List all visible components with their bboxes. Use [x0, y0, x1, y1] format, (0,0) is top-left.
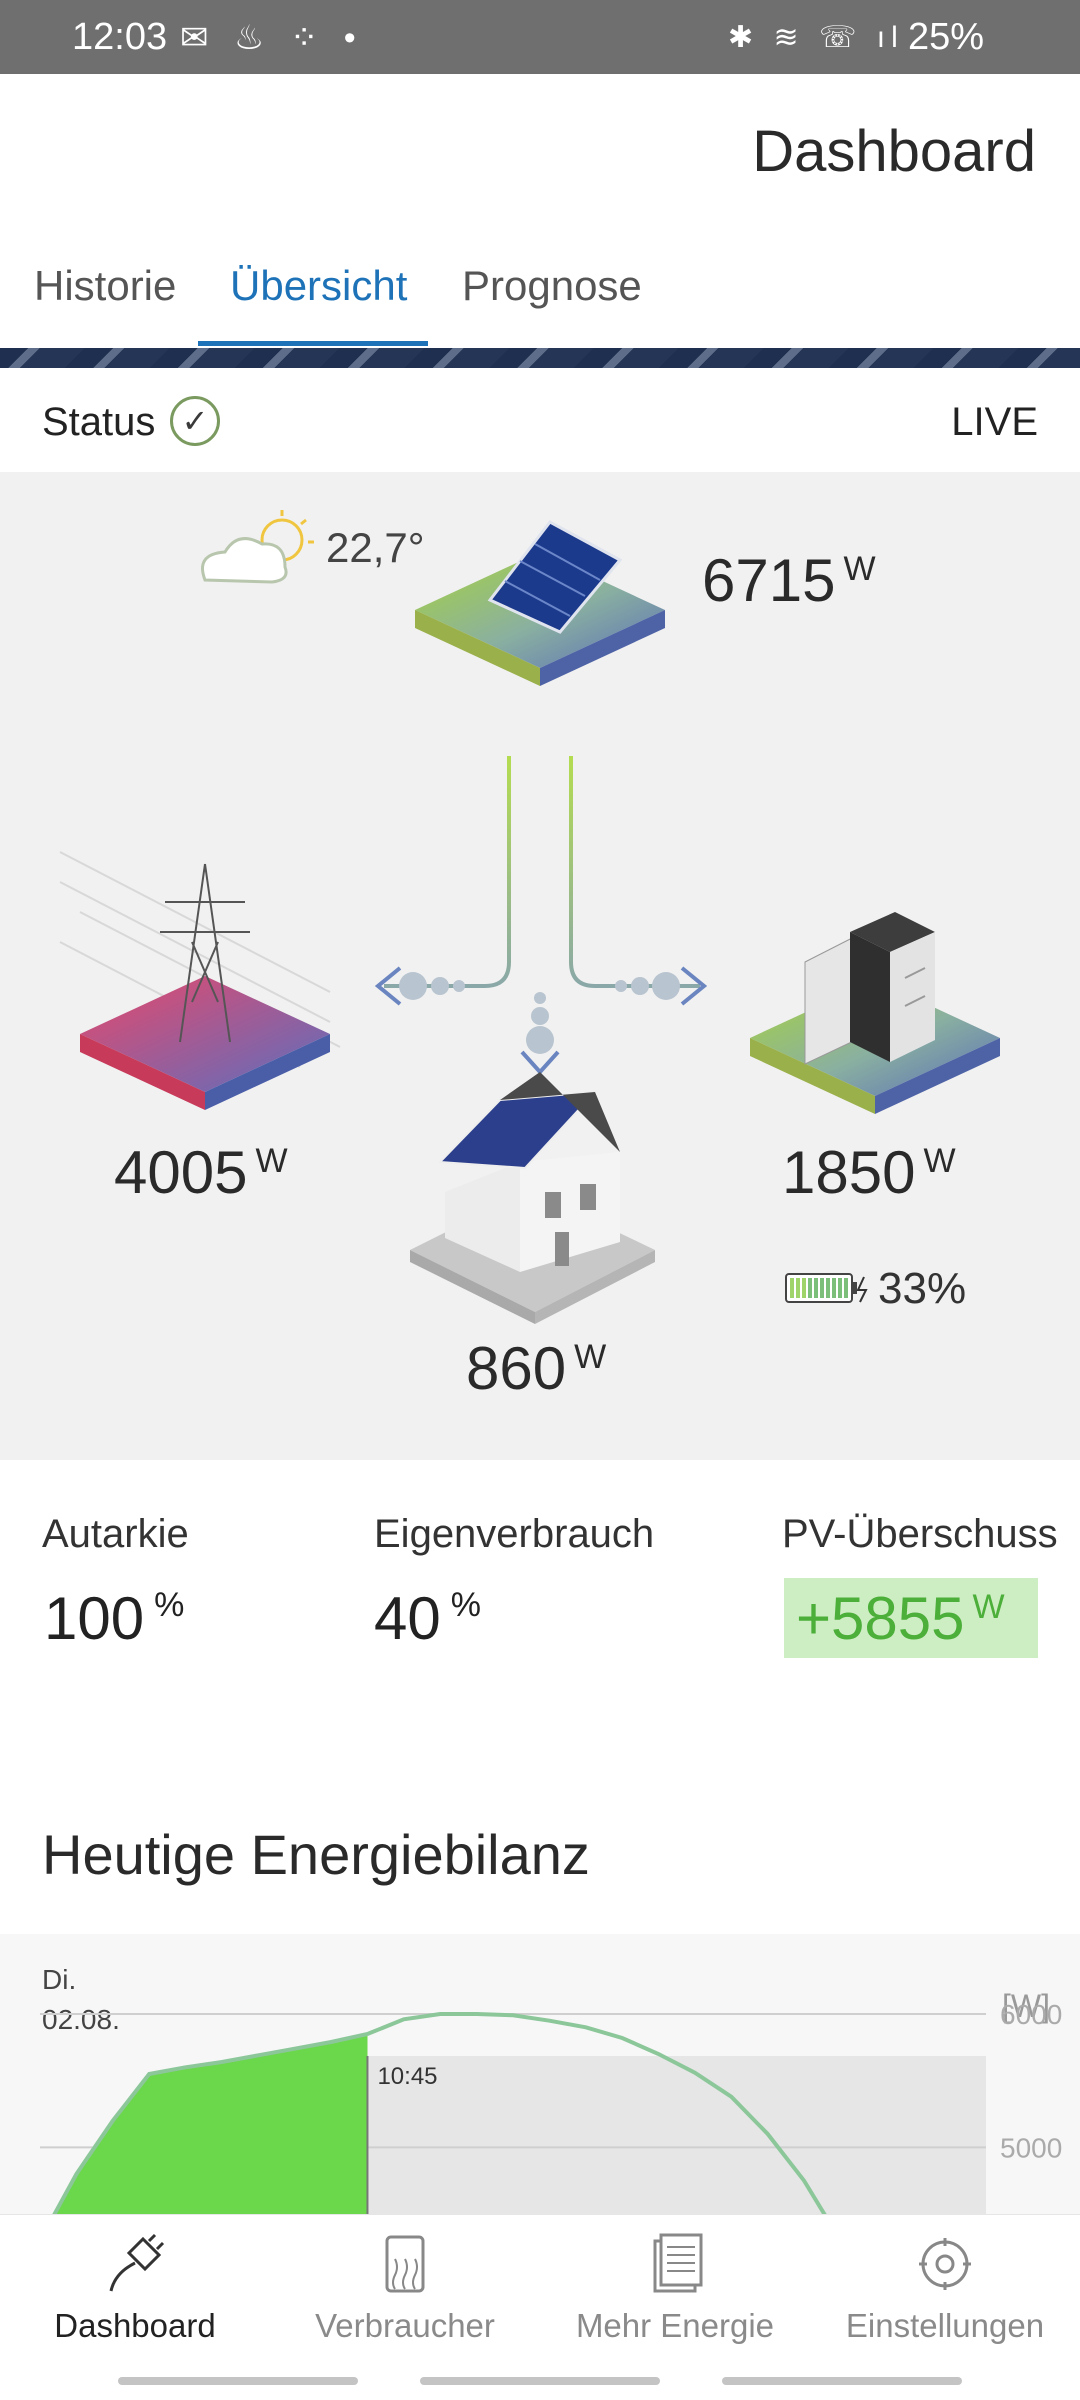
battery-cell	[826, 1278, 830, 1298]
battery-power-value: 1850 W	[782, 1138, 956, 1207]
energy-flow-diagram: 22,7° 6715 W 4005 W 1850 W 33% 860 W	[0, 472, 1080, 1460]
gesture-pill-right	[722, 2377, 962, 2385]
status-row: Status ✓ LIVE	[0, 368, 1080, 472]
active-tab-indicator	[198, 341, 428, 346]
pv-surplus-label: PV-Überschuss	[782, 1512, 1058, 1556]
battery-cell	[838, 1278, 842, 1298]
battery-level-icon	[785, 1273, 868, 1303]
battery-cell	[832, 1278, 836, 1298]
autarkie-value: 100%	[44, 1584, 184, 1653]
autarkie-unit: %	[154, 1586, 185, 1624]
settings-icon	[919, 2238, 971, 2290]
tab-bar: Historie Übersicht Prognose	[0, 222, 1080, 350]
grid-power-number: 4005	[114, 1139, 248, 1206]
bottom-navigation: Dashboard Verbraucher Mehr Energie Einst…	[0, 2214, 1080, 2400]
nav-mehr-energie-label: Mehr Energie	[575, 2307, 775, 2344]
battery-storage-illustration	[750, 912, 1000, 1114]
solar-panel-banner	[0, 348, 1080, 368]
nav-dashboard[interactable]: Dashboard	[0, 2215, 270, 2365]
grid-illustration	[59, 851, 341, 1110]
nav-einstellungen-label: Einstellungen	[845, 2307, 1045, 2344]
house-power-value: 860 W	[466, 1334, 606, 1403]
energy-balance-chart[interactable]: Di. 02.08. [W] 10:45 6000 5000	[0, 1934, 1080, 2214]
nav-dashboard-label: Dashboard	[54, 2307, 216, 2344]
battery-power-number: 1850	[782, 1139, 916, 1206]
pv-power-number: 6715	[702, 547, 836, 614]
battery-cell	[844, 1278, 848, 1298]
nav-verbraucher[interactable]: Verbraucher	[270, 2215, 540, 2365]
nav-einstellungen[interactable]: Einstellungen	[810, 2215, 1080, 2365]
eigenverbrauch-number: 40	[374, 1585, 441, 1652]
consumer-icon	[385, 2235, 425, 2293]
nav-mehr-energie[interactable]: Mehr Energie	[540, 2215, 810, 2365]
eigenverbrauch-unit: %	[450, 1586, 481, 1624]
tab-historie[interactable]: Historie	[34, 262, 176, 310]
energy-balance-title: Heutige Energiebilanz	[42, 1823, 590, 1886]
partly-cloudy-icon	[201, 510, 314, 584]
chart-series-fill	[40, 2034, 368, 2214]
pv-surplus-number: +5855	[796, 1585, 965, 1652]
plug-icon	[109, 2233, 165, 2292]
current-time-label: 10:45	[377, 2063, 437, 2090]
key-metrics: Autarkie 100% Eigenverbrauch 40% PV-Über…	[0, 1460, 1080, 1720]
gesture-pill-center	[420, 2377, 660, 2385]
house-illustration	[410, 1072, 655, 1324]
pv-power-unit: W	[843, 550, 876, 588]
battery-cell	[820, 1278, 824, 1298]
flow-lines	[374, 756, 708, 1075]
check-icon: ✓	[170, 396, 220, 446]
battery-indicator: 25%	[908, 16, 985, 58]
battery-power-unit: W	[923, 1142, 956, 1180]
pv-power-value: 6715 W	[702, 546, 876, 615]
battery-cell	[814, 1278, 818, 1298]
eigenverbrauch-label: Eigenverbrauch	[374, 1512, 655, 1556]
grid-power-unit: W	[255, 1142, 288, 1180]
nav-verbraucher-label: Verbraucher	[315, 2307, 495, 2344]
battery-cell	[790, 1278, 794, 1298]
y-tick-label: 5000	[1000, 2132, 1062, 2163]
grid-power-value: 4005 W	[114, 1138, 288, 1207]
weather-temperature: 22,7°	[326, 524, 425, 571]
future-shade	[367, 2056, 986, 2214]
battery-soc: 33%	[878, 1264, 967, 1313]
tab-prognose[interactable]: Prognose	[462, 262, 642, 310]
connectivity-icons: ✱ ≋ ☏ ıl	[728, 21, 904, 54]
battery-cell	[796, 1278, 800, 1298]
eigenverbrauch-value: 40%	[374, 1584, 481, 1653]
clock: 12:03	[72, 16, 168, 58]
gesture-pill-left	[118, 2377, 358, 2385]
pv-surplus-value: +5855 W	[796, 1584, 1005, 1653]
tab-uebersicht[interactable]: Übersicht	[230, 262, 407, 310]
autarkie-number: 100	[44, 1585, 145, 1652]
house-power-number: 860	[466, 1335, 567, 1402]
page-title: Dashboard	[752, 119, 1036, 184]
document-icon	[653, 2233, 703, 2293]
system-status-bar: 12:03 ✉ ♨ ⁘ • ✱ ≋ ☏ ıl 25%	[0, 0, 1080, 74]
notification-icons: ✉ ♨ ⁘ •	[180, 19, 364, 57]
y-tick-label: 6000	[1000, 1999, 1062, 2030]
live-indicator: LIVE	[951, 400, 1038, 444]
app-header: Dashboard	[0, 74, 1080, 222]
chart-plot: 10:45 6000 5000	[40, 1999, 1062, 2214]
autarkie-label: Autarkie	[42, 1512, 189, 1556]
battery-cell	[802, 1278, 806, 1298]
pv-surplus-unit: W	[972, 1588, 1005, 1626]
house-power-unit: W	[574, 1338, 607, 1376]
pv-module-illustration	[415, 520, 665, 686]
status-label: Status	[42, 400, 156, 444]
battery-cell	[808, 1278, 812, 1298]
